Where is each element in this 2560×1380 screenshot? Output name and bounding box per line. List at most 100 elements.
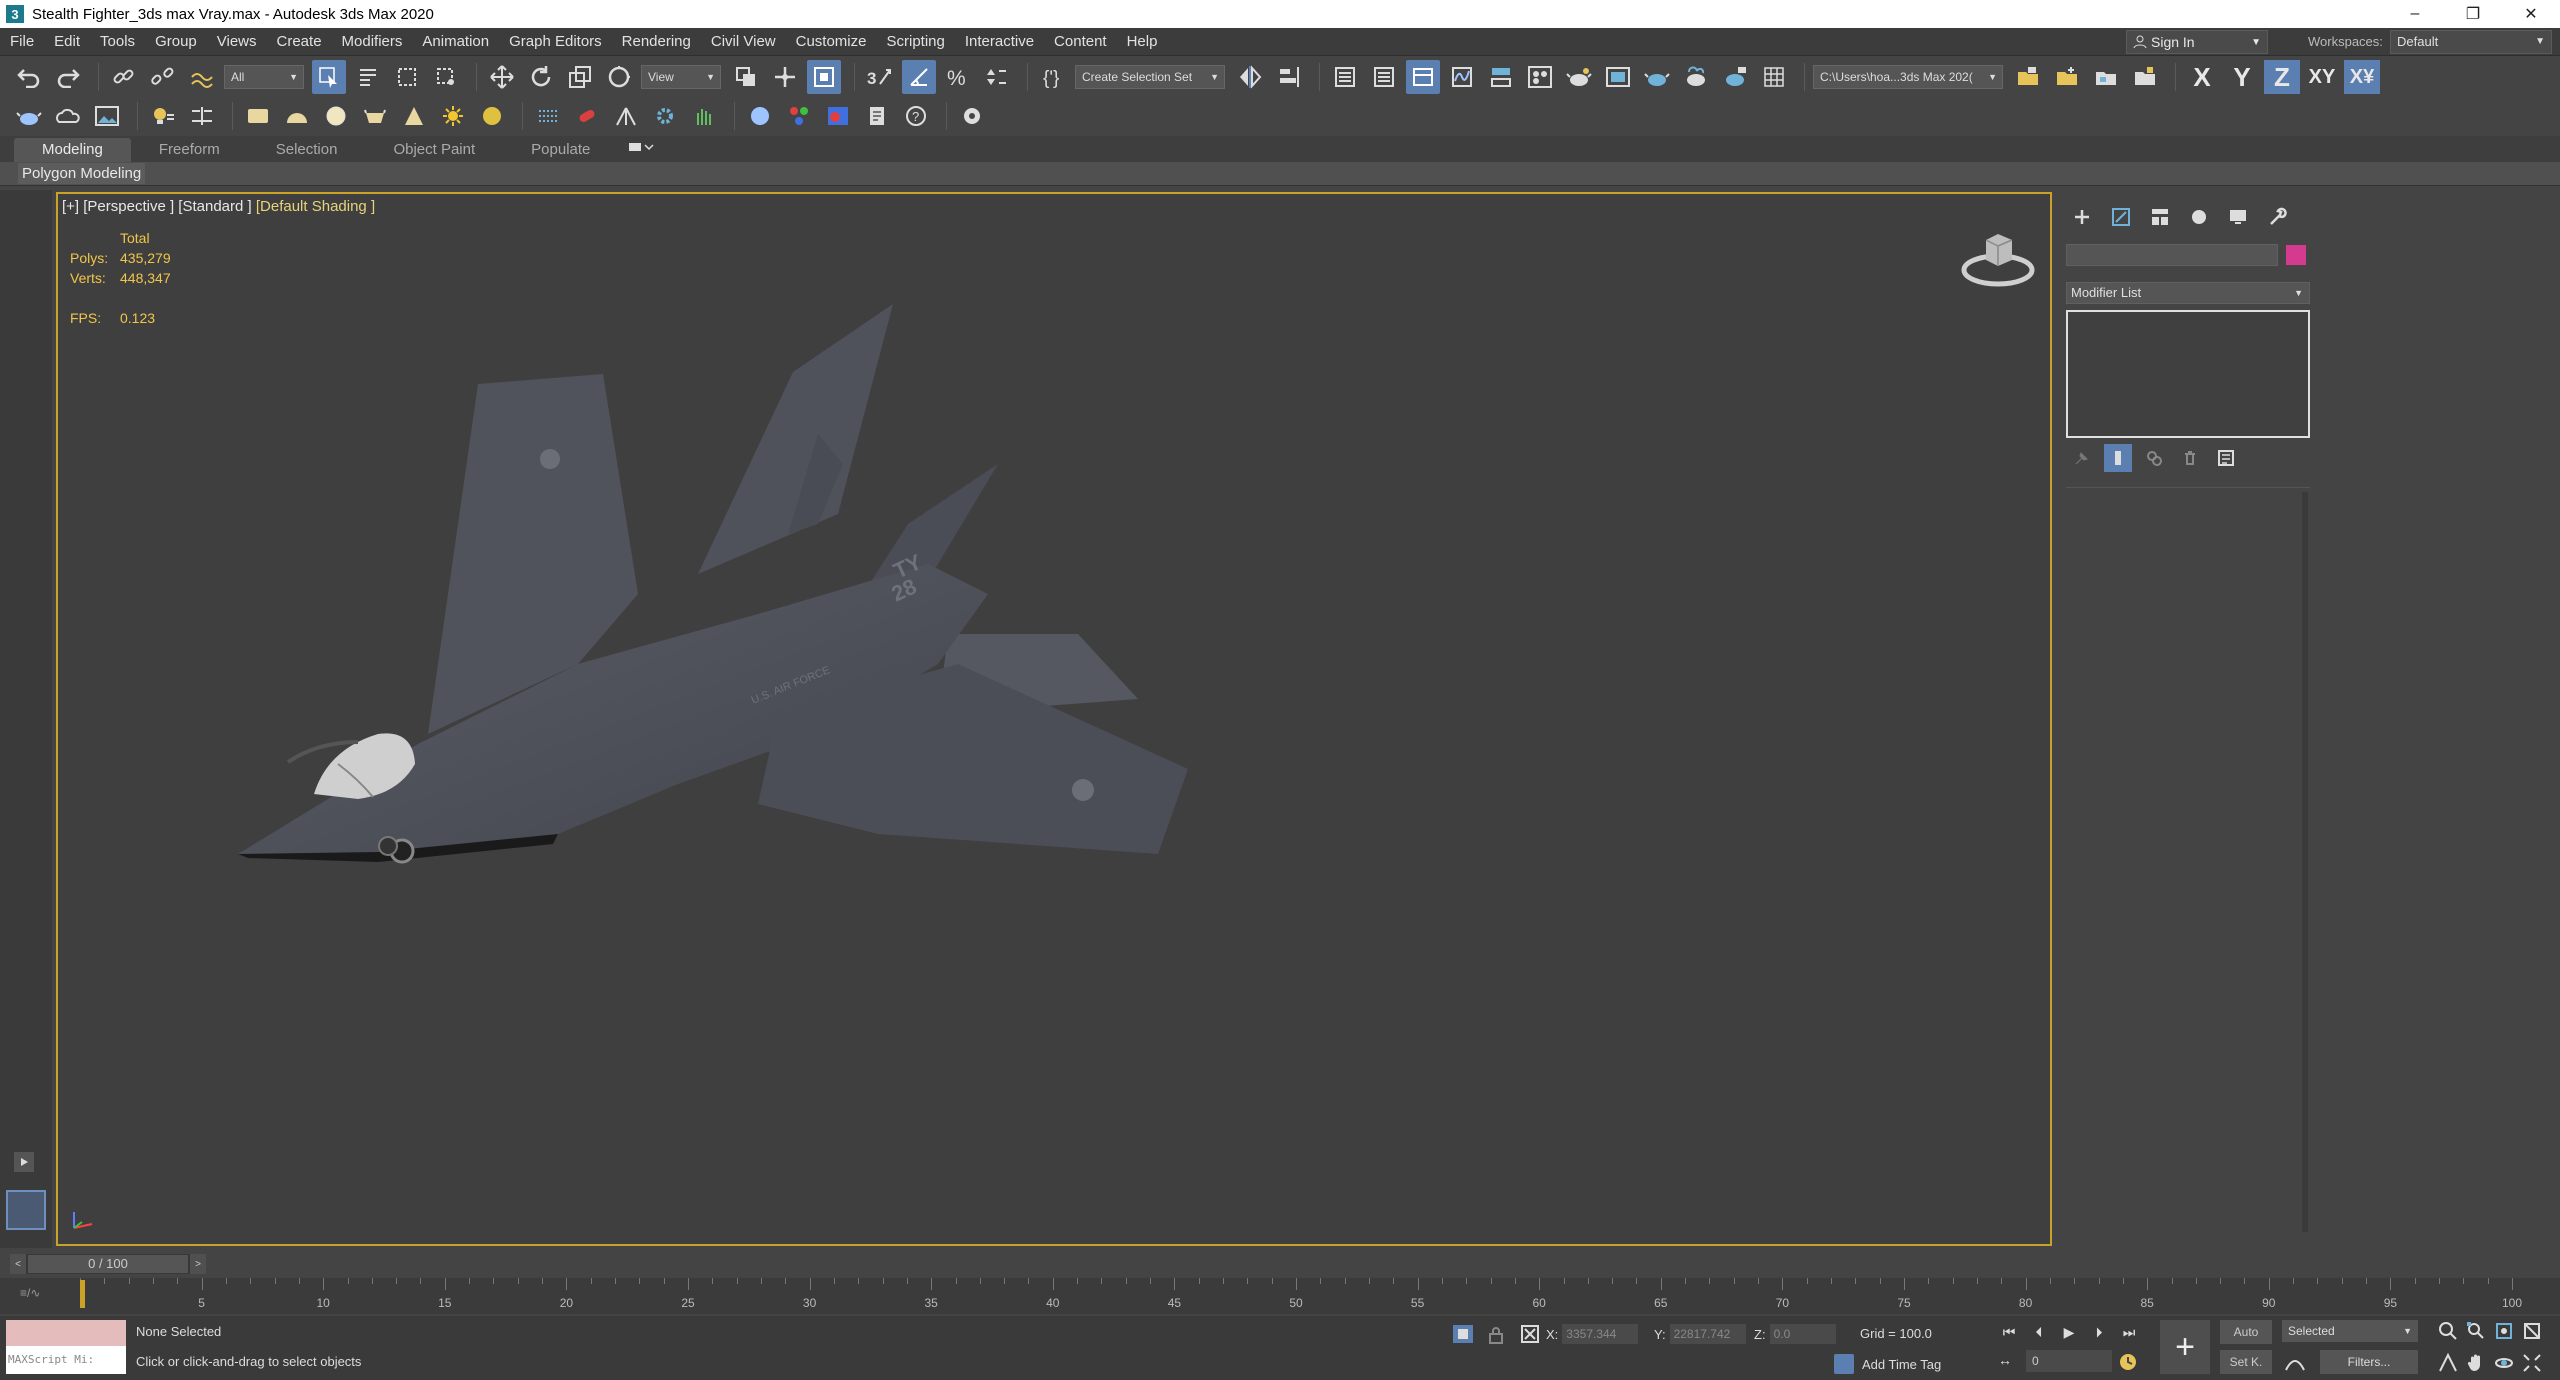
vray-frame-buffer-button[interactable] xyxy=(531,99,565,133)
time-slider-value[interactable]: 0 / 100 xyxy=(28,1255,188,1273)
go-to-start-button[interactable]: ⏮ xyxy=(1996,1320,2022,1344)
perspective-viewport[interactable]: [+] [Perspective ] [Standard ] [Default … xyxy=(56,192,2052,1246)
menu-modifiers[interactable]: Modifiers xyxy=(332,28,413,56)
render-iterative-button[interactable] xyxy=(1718,60,1752,94)
next-key-button[interactable]: ⏵ xyxy=(2086,1320,2112,1344)
axis-xy-button[interactable]: XY xyxy=(2304,60,2340,94)
auto-key-button[interactable]: Auto xyxy=(2220,1320,2272,1344)
vray-log-button[interactable] xyxy=(860,99,894,133)
set-key-big-button[interactable]: + xyxy=(2160,1320,2210,1374)
menu-animation[interactable]: Animation xyxy=(412,28,499,56)
spinner-snap-button[interactable] xyxy=(980,60,1014,94)
object-color-swatch[interactable] xyxy=(2286,245,2306,265)
percent-snap-button[interactable]: % xyxy=(941,60,975,94)
select-manipulate-button[interactable] xyxy=(768,60,802,94)
close-button[interactable]: ✕ xyxy=(2502,0,2560,28)
named-selection-dropdown[interactable]: Create Selection Set ▼ xyxy=(1075,65,1225,89)
schematic-view-button[interactable] xyxy=(1484,60,1518,94)
rectangular-selection-button[interactable] xyxy=(390,60,424,94)
align-button[interactable] xyxy=(1272,60,1306,94)
key-mode-toggle-icon[interactable]: ↔ xyxy=(1998,1352,2012,1368)
render-in-cloud-button[interactable] xyxy=(1679,60,1713,94)
timeline-ruler[interactable]: 5 10 15 20 25 30 35 40 45 50 55 60 65 70 75 80 85 90 95 100 xyxy=(80,1278,2522,1314)
render-setup-button[interactable] xyxy=(1562,60,1596,94)
tab-create[interactable] xyxy=(2062,202,2101,232)
key-filters-button[interactable]: Filters... xyxy=(2320,1350,2418,1374)
menu-file[interactable]: File xyxy=(0,28,44,56)
tab-selection[interactable]: Selection xyxy=(248,138,366,162)
current-frame-marker[interactable] xyxy=(80,1280,85,1308)
rendered-frame-window-button[interactable] xyxy=(1601,60,1635,94)
maxscript-input[interactable]: MAXScript Mi: xyxy=(6,1346,126,1374)
expand-layout-button[interactable] xyxy=(14,1152,34,1172)
scene-explorer-button[interactable] xyxy=(1328,60,1362,94)
create-cone-button[interactable] xyxy=(397,99,431,133)
maximize-button[interactable]: ❐ xyxy=(2444,0,2502,28)
modifier-list-dropdown[interactable]: Modifier List ▼ xyxy=(2066,282,2310,304)
edit-named-selection-button[interactable]: {'} xyxy=(1036,60,1070,94)
track-bar[interactable]: ≡/∿ 5 10 15 20 25 30 35 40 45 50 55 60 65 70 75 80 85 90 9… xyxy=(0,1278,2560,1314)
next-frame-button[interactable]: > xyxy=(190,1254,206,1274)
menu-views[interactable]: Views xyxy=(207,28,267,56)
zoom-extents-button[interactable] xyxy=(2492,1320,2516,1342)
axis-x-button[interactable]: X xyxy=(2184,60,2220,94)
project-open-button[interactable] xyxy=(2011,60,2045,94)
menu-create[interactable]: Create xyxy=(267,28,332,56)
curve-editor-button[interactable] xyxy=(1445,60,1479,94)
select-object-button[interactable] xyxy=(312,60,346,94)
rotate-button[interactable] xyxy=(524,60,558,94)
angle-snap-button[interactable] xyxy=(902,60,936,94)
project-set-button[interactable] xyxy=(2089,60,2123,94)
stealth-fighter-model[interactable]: TY 28 U.S. AIR FORCE xyxy=(58,194,2052,1246)
coord-y-field[interactable]: 22817.742 xyxy=(1669,1324,1746,1344)
wire-params-button[interactable] xyxy=(185,99,219,133)
open-mini-curve-editor-button[interactable]: ≡/∿ xyxy=(20,1286,40,1300)
window-crossing-button[interactable] xyxy=(429,60,463,94)
default-in-out-tangents-button[interactable] xyxy=(2284,1352,2306,1376)
sign-in-dropdown[interactable]: Sign In ▼ xyxy=(2126,30,2268,54)
time-slider[interactable]: < 0 / 100 > xyxy=(10,1254,206,1274)
tab-modeling[interactable]: Modeling xyxy=(14,138,131,162)
scene-states-button[interactable] xyxy=(12,99,46,133)
vray-balls-button[interactable] xyxy=(782,99,816,133)
menu-scripting[interactable]: Scripting xyxy=(876,28,954,56)
key-filter-selection-dropdown[interactable]: Selected ▼ xyxy=(2282,1320,2418,1342)
scale-button[interactable] xyxy=(563,60,597,94)
time-configuration-button[interactable] xyxy=(2118,1352,2138,1376)
create-sphere-button[interactable] xyxy=(319,99,353,133)
previous-key-button[interactable]: ⏴ xyxy=(2026,1320,2052,1344)
coord-x-field[interactable]: 3357.344 xyxy=(1562,1324,1639,1344)
snaps-toggle-button[interactable]: 3 xyxy=(863,60,897,94)
add-time-tag-button[interactable]: Add Time Tag xyxy=(1834,1354,1941,1374)
axis-z-button[interactable]: Z xyxy=(2264,60,2300,94)
pan-button[interactable] xyxy=(2464,1352,2488,1374)
menu-group[interactable]: Group xyxy=(145,28,207,56)
pivot-center-button[interactable] xyxy=(729,60,763,94)
play-button[interactable]: ▶ xyxy=(2056,1320,2082,1344)
vray-settings-button[interactable] xyxy=(955,99,989,133)
menu-tools[interactable]: Tools xyxy=(90,28,145,56)
reference-coordinate-dropdown[interactable]: View ▼ xyxy=(641,65,721,89)
tab-modify[interactable] xyxy=(2101,202,2140,232)
move-button[interactable] xyxy=(485,60,519,94)
menu-civil-view[interactable]: Civil View xyxy=(701,28,786,56)
menu-rendering[interactable]: Rendering xyxy=(612,28,701,56)
menu-edit[interactable]: Edit xyxy=(44,28,90,56)
ribbon-options-button[interactable] xyxy=(618,138,664,162)
absolute-mode-button[interactable] xyxy=(1520,1324,1540,1348)
field-of-view-button[interactable] xyxy=(2436,1352,2460,1374)
tab-motion[interactable] xyxy=(2179,202,2218,232)
tab-hierarchy[interactable] xyxy=(2140,202,2179,232)
configure-modifier-sets-button[interactable] xyxy=(2212,444,2240,472)
selection-filter-dropdown[interactable]: All ▼ xyxy=(224,65,304,89)
vray-sphere-button[interactable] xyxy=(743,99,777,133)
maxscript-output[interactable] xyxy=(6,1320,126,1346)
maximize-viewport-button[interactable] xyxy=(2520,1352,2544,1374)
make-unique-button[interactable] xyxy=(2140,444,2168,472)
zoom-button[interactable] xyxy=(2436,1320,2460,1342)
vray-render-button[interactable] xyxy=(570,99,604,133)
menu-graph-editors[interactable]: Graph Editors xyxy=(499,28,612,56)
current-frame-field[interactable]: 0 xyxy=(2026,1350,2112,1372)
command-panel-scrollbar[interactable] xyxy=(2302,492,2308,1232)
pin-stack-button[interactable] xyxy=(2068,444,2096,472)
